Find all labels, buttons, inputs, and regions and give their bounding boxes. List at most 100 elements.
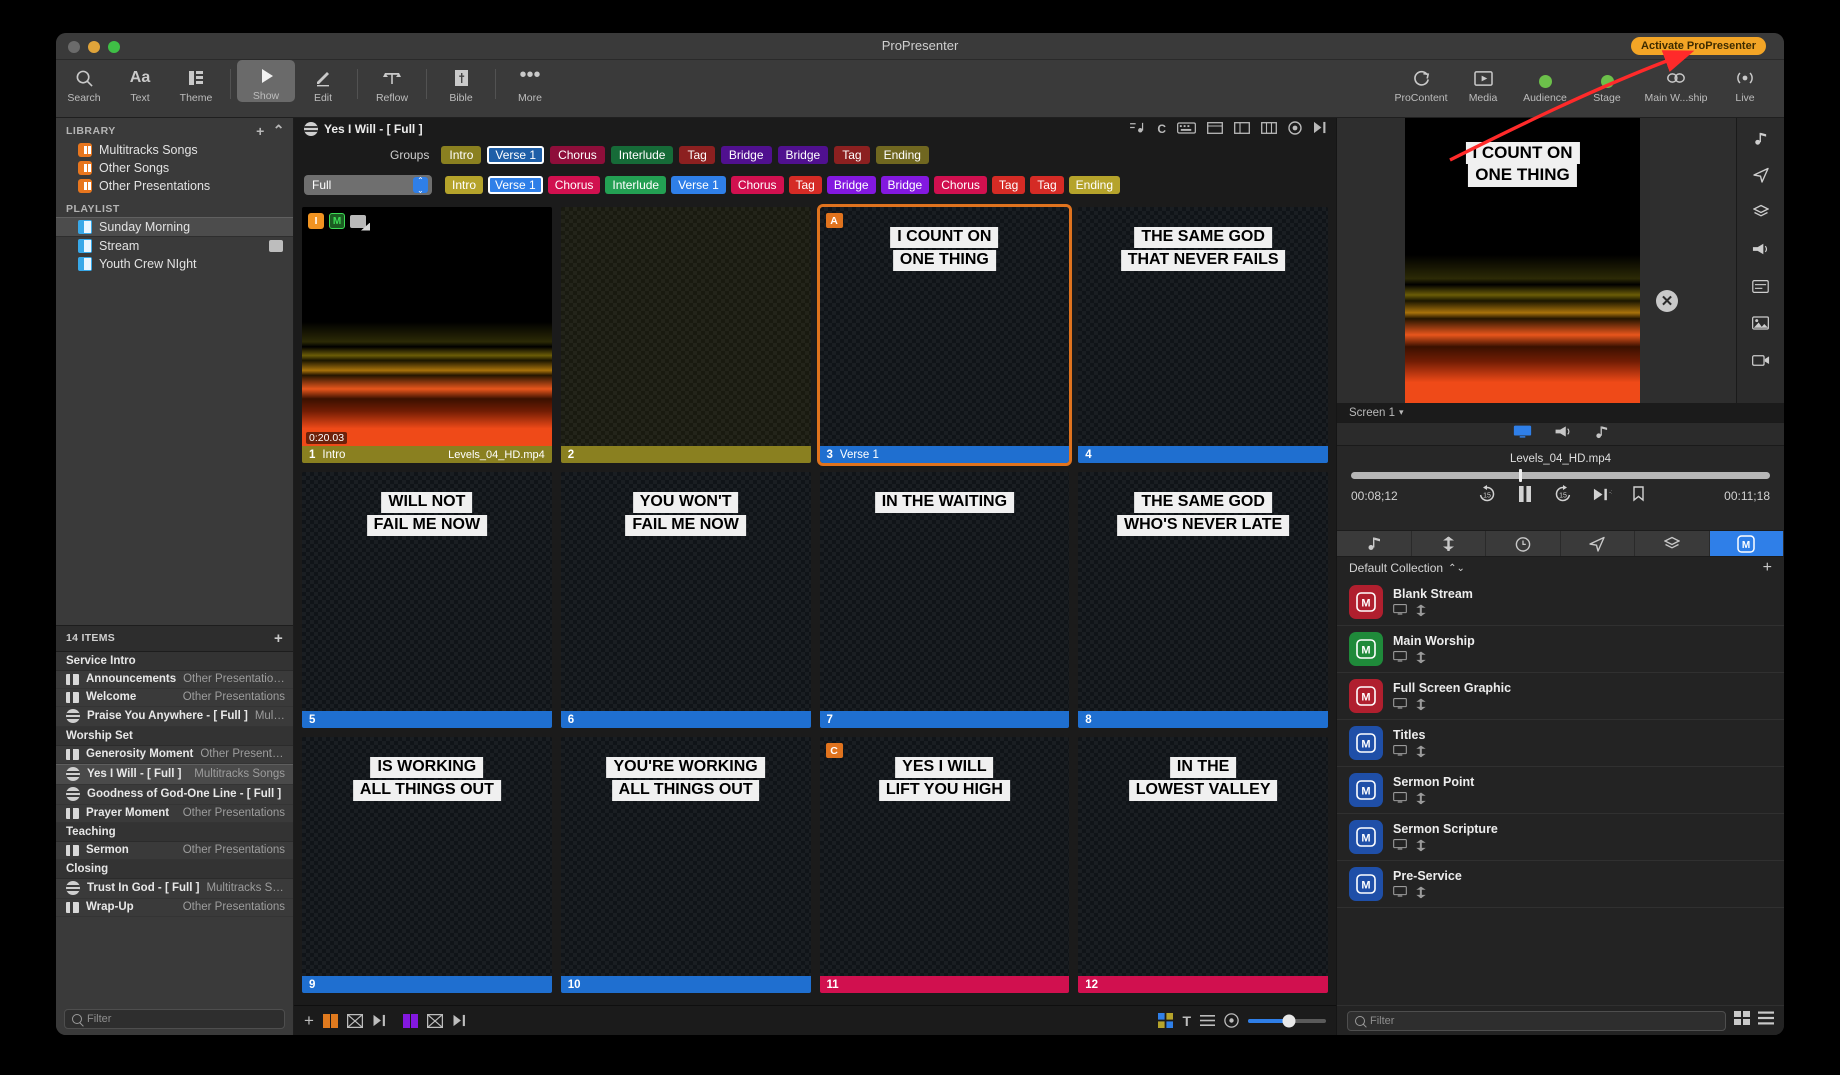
list-item[interactable]: M Blank Stream [1337, 579, 1784, 626]
list-item[interactable]: Prayer Moment Other Presentations [56, 805, 293, 823]
view-list-icon[interactable] [1200, 1014, 1215, 1027]
group-chip-0[interactable]: Intro [441, 146, 482, 164]
layout-grid-icon[interactable] [1207, 121, 1223, 137]
view-text-icon[interactable]: T [1182, 1013, 1191, 1029]
tab-props[interactable] [1412, 531, 1486, 556]
layout-split-icon[interactable] [1234, 121, 1250, 137]
list-item[interactable]: Welcome Other Presentations [56, 689, 293, 707]
arrangement-chip-7[interactable]: Bridge [826, 176, 876, 194]
group-chip-4[interactable]: Tag [679, 146, 715, 164]
looks-list-view-icon[interactable] [1758, 1011, 1774, 1030]
arrangement-chip-3[interactable]: Interlude [605, 176, 667, 194]
add-look-button[interactable]: + [1763, 559, 1772, 577]
tab-timers[interactable] [1486, 531, 1561, 556]
sidebar-filter-input[interactable]: Filter [64, 1009, 285, 1029]
group-chip-2[interactable]: Chorus [550, 146, 605, 164]
layers-icon[interactable] [1752, 202, 1769, 222]
slide-7[interactable]: IN THE WAITING 7 [819, 472, 1070, 728]
slide-4[interactable]: THE SAME GOD THAT NEVER FAILS 4 [1078, 207, 1328, 463]
slide-next-icon[interactable] [372, 1014, 388, 1027]
arrangement-chip-10[interactable]: Tag [991, 176, 1026, 194]
send-icon[interactable] [1752, 165, 1769, 185]
arrangement-chip-1[interactable]: Verse 1 [488, 176, 543, 194]
toolbar-reflow-button[interactable]: Reflow [364, 60, 420, 104]
clear-live-button[interactable]: ✕ [1656, 290, 1678, 312]
list-item[interactable]: M Pre-Service [1337, 861, 1784, 908]
slide-3[interactable]: I COUNT ON ONE THING A 3 Verse 1 [816, 204, 1073, 466]
layout-columns-icon[interactable] [1261, 121, 1277, 137]
group-next-icon[interactable] [452, 1014, 468, 1027]
toolbar-theme-button[interactable]: Theme [168, 60, 224, 104]
image-icon[interactable] [1752, 313, 1769, 333]
playlist-item-0[interactable]: Sunday Morning [56, 217, 293, 237]
arrangement-chip-5[interactable]: Chorus [730, 176, 784, 194]
arrangement-chip-2[interactable]: Chorus [547, 176, 601, 194]
looks-filter-input[interactable]: Filter [1347, 1010, 1726, 1031]
zoom-slider-knob[interactable] [1282, 1014, 1296, 1027]
group-chip-3[interactable]: Interlude [610, 146, 674, 164]
group-chip-5[interactable]: Bridge [720, 146, 772, 164]
looks-grid-view-icon[interactable] [1734, 1011, 1750, 1030]
list-item[interactable]: M Main Worship [1337, 626, 1784, 673]
view-options-icon[interactable] [1224, 1013, 1239, 1028]
list-item[interactable]: Praise You Anywhere - [ Full ] Multitr... [56, 707, 293, 727]
skip-forward-15-icon[interactable]: 15 [1553, 484, 1573, 507]
toolbar-bible-button[interactable]: Bible [433, 60, 489, 104]
slide-9[interactable]: IS WORKING ALL THINGS OUT 9 [302, 737, 552, 993]
library-item-2[interactable]: Other Presentations [56, 177, 293, 195]
skip-back-15-icon[interactable]: 15 [1477, 484, 1497, 507]
record-icon[interactable] [1288, 120, 1302, 138]
list-item[interactable]: Yes I Will - [ Full ] Multitracks Songs [56, 763, 293, 785]
playlist-item-2[interactable]: Youth Crew NIght [56, 255, 293, 273]
add-item-button[interactable]: + [274, 630, 283, 647]
keyboard-icon[interactable] [1177, 121, 1196, 137]
message-icon[interactable] [1752, 276, 1769, 296]
transport-progress-knob[interactable] [1518, 469, 1522, 482]
list-item[interactable]: Trust In God - [ Full ] Multitracks Songs [56, 879, 293, 899]
add-library-button[interactable]: + [256, 123, 265, 139]
list-item[interactable]: Generosity Moment Other Presentati... [56, 746, 293, 764]
toolbar-more-button[interactable]: ••• More [502, 60, 558, 104]
toolbar-audience-button[interactable]: Audience [1514, 60, 1576, 104]
toolbar-search-button[interactable]: Search [56, 60, 112, 104]
go-to-end-icon[interactable]: -15 [1593, 487, 1617, 505]
capo-c-label[interactable]: C [1157, 122, 1166, 136]
toolbar-media-button[interactable]: Media [1452, 60, 1514, 104]
slide-1[interactable]: I M 0:20.03 1 Intro Levels_04_HD.mp4 [302, 207, 552, 463]
list-item[interactable]: M Full Screen Graphic [1337, 673, 1784, 720]
list-item[interactable]: Wrap-Up Other Presentations [56, 899, 293, 917]
slide-transition-icon[interactable] [346, 1013, 363, 1028]
transport-progress-bar[interactable] [1351, 469, 1770, 482]
arrangement-chip-6[interactable]: Tag [788, 176, 822, 194]
slide-6[interactable]: YOU WON'T FAIL ME NOW 6 [560, 472, 811, 728]
tab-screen-icon[interactable] [1513, 425, 1532, 443]
zoom-slider[interactable] [1248, 1014, 1326, 1027]
group-chip-6[interactable]: Bridge [777, 146, 829, 164]
slide-5[interactable]: WILL NOT FAIL ME NOW 5 [302, 472, 552, 728]
group-transition-icon[interactable] [426, 1013, 443, 1028]
group-chip-1[interactable]: Verse 1 [487, 146, 545, 164]
list-item[interactable]: Goodness of God-One Line - [ Full ]... [56, 785, 293, 805]
list-item[interactable]: Sermon Other Presentations [56, 842, 293, 860]
collection-header[interactable]: Default Collection ⌃⌄ + [1337, 557, 1784, 579]
slide-2[interactable]: 2 [560, 207, 811, 463]
arrangement-chip-12[interactable]: Ending [1068, 176, 1121, 194]
toolbar-stage-button[interactable]: Stage [1576, 60, 1638, 104]
next-slide-icon[interactable] [1313, 121, 1328, 137]
screen-selector[interactable]: Screen 1 ▾ [1337, 403, 1784, 422]
preview-main[interactable]: I COUNT ON ONE THING ✕ [1337, 118, 1736, 403]
arrangement-chip-0[interactable]: Intro [445, 176, 484, 194]
tab-looks[interactable]: M [1709, 531, 1784, 556]
announcement-icon[interactable] [1752, 239, 1769, 259]
activate-propresenter-badge[interactable]: Activate ProPresenter [1631, 37, 1766, 55]
list-item[interactable]: M Sermon Scripture [1337, 814, 1784, 861]
tab-layers[interactable] [1635, 531, 1710, 556]
tab-messages[interactable] [1561, 531, 1635, 556]
toolbar-procontent-button[interactable]: ProContent [1390, 60, 1452, 104]
marker-icon[interactable] [1632, 486, 1645, 505]
slide-color-purple-icon[interactable] [402, 1013, 418, 1028]
toolbar-text-button[interactable]: Aa Text [112, 60, 168, 104]
library-item-0[interactable]: Multitracks Songs [56, 141, 293, 159]
list-item[interactable]: M Titles [1337, 720, 1784, 767]
add-slide-button[interactable]: + [304, 1011, 314, 1031]
